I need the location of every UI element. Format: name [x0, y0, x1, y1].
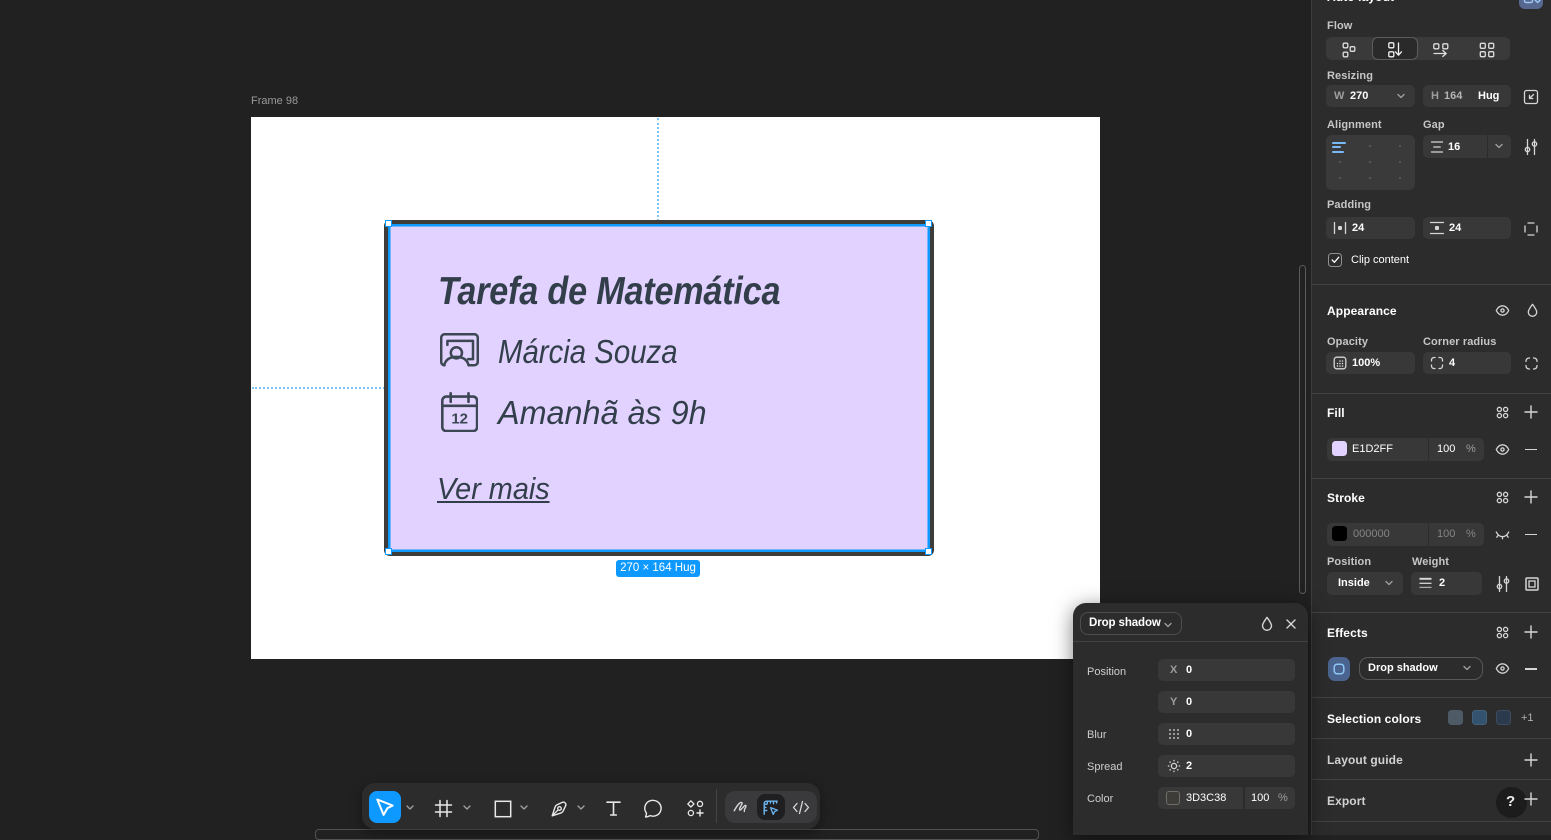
- svg-text:12: 12: [451, 411, 468, 428]
